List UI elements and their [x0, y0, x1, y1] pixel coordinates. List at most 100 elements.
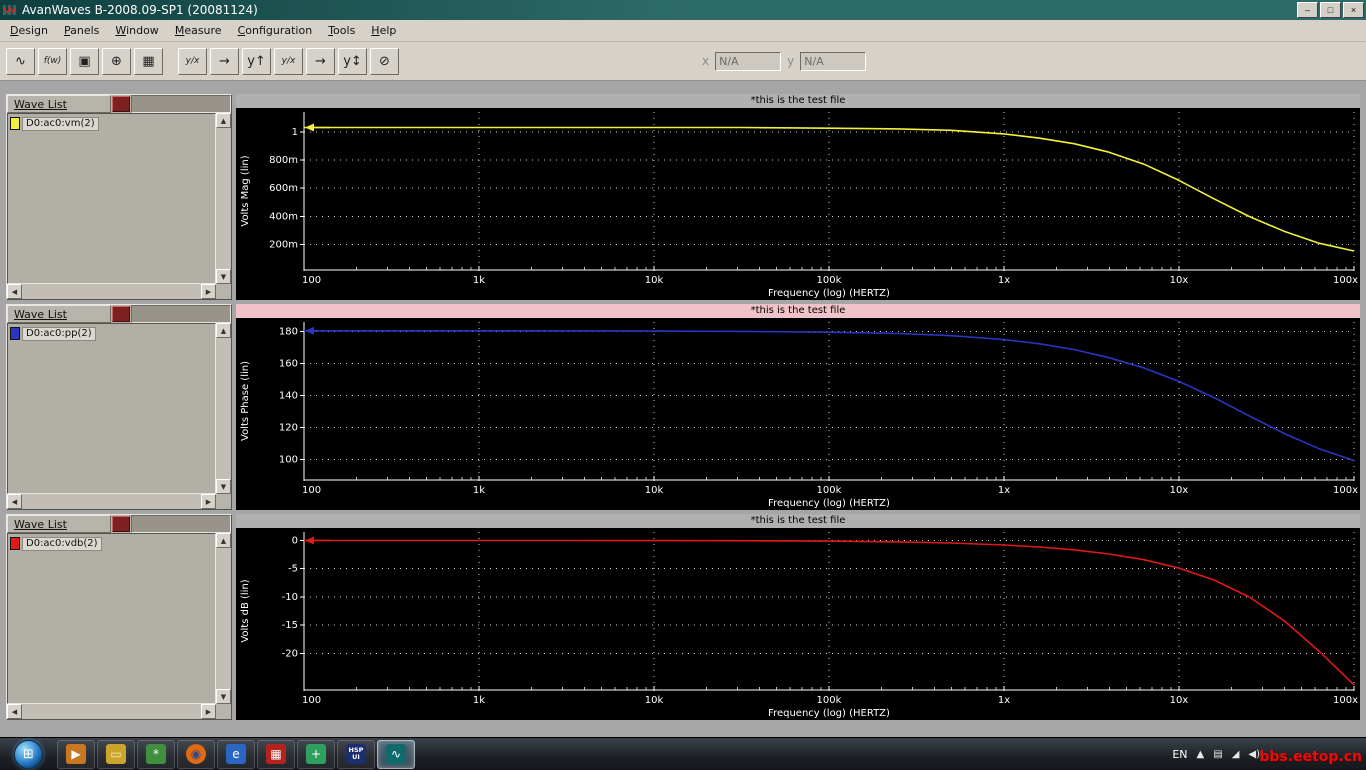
wave-list-item[interactable]: D0:ac0:pp(2) — [10, 326, 213, 341]
scroll-left-icon[interactable]: ◀ — [7, 704, 22, 719]
scroll-right-icon[interactable]: ▶ — [201, 284, 216, 299]
wave-list-menu-button[interactable] — [112, 516, 130, 532]
y-tick-label: 200m — [269, 240, 298, 251]
magnitude-chart: *this is the test file 1 800m 600m 400m 200m… — [236, 94, 1360, 300]
trace-start-arrow-icon — [305, 326, 314, 335]
title-bar[interactable]: AvanWaves B-2008.09-SP1 (20081124) – □ × — [0, 0, 1366, 20]
taskbar-firefox[interactable]: ◉ — [177, 739, 215, 769]
vertical-scrollbar[interactable]: ▲ ▼ — [216, 323, 231, 494]
zoom-fit-icon[interactable]: ⊕ — [102, 47, 131, 75]
scroll-down-icon[interactable]: ▼ — [216, 269, 231, 284]
clear-measures-icon[interactable]: ⊘ — [370, 47, 399, 75]
y-tick-label: 180 — [279, 327, 298, 338]
wave-list[interactable]: D0:ac0:vdb(2) — [7, 533, 216, 704]
wave-list[interactable]: D0:ac0:pp(2) — [7, 323, 216, 494]
menu-design[interactable]: Design — [2, 21, 56, 40]
taskbar-explorer[interactable]: ▭ — [97, 739, 135, 769]
vertical-scrollbar[interactable]: ▲ ▼ — [216, 113, 231, 284]
horizontal-scrollbar[interactable]: ◀ ▶ — [7, 704, 216, 719]
wave-list-item[interactable]: D0:ac0:vm(2) — [10, 116, 213, 131]
scrollbar-corner — [216, 284, 231, 299]
close-button[interactable]: × — [1343, 2, 1364, 18]
db-plot[interactable]: 0 -5 -10 -15 -20 100 1k 10k 100k 1x 10x 100x Volts d… — [236, 528, 1360, 720]
ratio-measure-icon[interactable]: y/x — [274, 47, 303, 75]
taskbar-hspice-ui-icon: HSP UI — [346, 744, 366, 764]
waveform-trace[interactable] — [304, 330, 1355, 462]
taskbar-internet-explorer[interactable]: e — [217, 739, 255, 769]
x-tick-label: 10k — [645, 485, 664, 496]
x-tick-label: 100x — [1333, 485, 1358, 496]
wave-list-panel-3: Wave List D0:ac0:vdb(2) ▲ ▼ ◀ ▶ — [6, 514, 232, 720]
scroll-track[interactable] — [216, 128, 231, 269]
menu-tools[interactable]: Tools — [320, 21, 363, 40]
menu-help[interactable]: Help — [363, 21, 404, 40]
wave-list[interactable]: D0:ac0:vm(2) — [7, 113, 216, 284]
expression-builder-icon[interactable]: f(w) — [38, 47, 67, 75]
scroll-track[interactable] — [22, 494, 201, 509]
add-panel-icon[interactable]: ▦ — [134, 47, 163, 75]
scroll-track[interactable] — [22, 704, 201, 719]
scroll-track[interactable] — [216, 338, 231, 479]
start-button[interactable]: ⊞ — [14, 739, 43, 769]
scroll-up-icon[interactable]: ▲ — [216, 323, 231, 338]
y-coord-field[interactable] — [800, 51, 867, 71]
menu-window[interactable]: Window — [107, 21, 166, 40]
wave-list-menu-button[interactable] — [112, 306, 130, 322]
wave-color-swatch — [10, 327, 20, 340]
scroll-left-icon[interactable]: ◀ — [7, 494, 22, 509]
taskbar-green-blue-app[interactable]: + — [297, 739, 335, 769]
x-coord-field[interactable] — [715, 51, 782, 71]
slope-measure-icon[interactable]: y/x — [178, 47, 207, 75]
wave-name: D0:ac0:vm(2) — [22, 116, 99, 131]
wave-list-header: Wave List — [7, 515, 231, 533]
menu-configuration[interactable]: Configuration — [230, 21, 321, 40]
taskbar-media-player[interactable]: ▶ — [57, 739, 95, 769]
taskbar-avanwaves[interactable]: ∿ — [377, 739, 415, 769]
vertical-scrollbar[interactable]: ▲ ▼ — [216, 533, 231, 704]
scroll-down-icon[interactable]: ▼ — [216, 689, 231, 704]
scroll-track[interactable] — [22, 284, 201, 299]
magnitude-plot[interactable]: 1 800m 600m 400m 200m 100 1k 10k 100k 1x 10x 100x Vo… — [236, 108, 1360, 300]
x-axis-label: Frequency (log) (HERTZ) — [768, 708, 890, 719]
scroll-right-icon[interactable]: ▶ — [201, 494, 216, 509]
language-indicator[interactable]: EN — [1172, 748, 1187, 761]
network-icon[interactable]: ◢ — [1232, 749, 1240, 760]
phase-plot[interactable]: 180 160 140 120 100 100 1k 10k 100k 1x 10x 100x Volt… — [236, 318, 1360, 510]
wave-list-title: Wave List — [7, 305, 111, 323]
minimize-button[interactable]: – — [1297, 2, 1318, 18]
action-center-icon[interactable]: ▤ — [1213, 749, 1222, 760]
phase-chart: *this is the test file 180 160 140 120 100 10… — [236, 304, 1360, 510]
scroll-track[interactable] — [216, 548, 231, 689]
wave-list-header-filler — [131, 95, 231, 113]
menu-measure[interactable]: Measure — [167, 21, 230, 40]
y-tick-label: 600m — [269, 183, 298, 194]
tray-expand-icon[interactable]: ▲ — [1197, 749, 1205, 760]
x-tick-label: 100x — [1333, 275, 1358, 286]
taskbar-firefox-icon: ◉ — [186, 744, 206, 764]
scroll-down-icon[interactable]: ▼ — [216, 479, 231, 494]
print-icon[interactable]: ▣ — [70, 47, 99, 75]
wave-list-menu-button[interactable] — [112, 96, 130, 112]
scroll-right-icon[interactable]: ▶ — [201, 704, 216, 719]
menu-panels[interactable]: Panels — [56, 21, 107, 40]
waveform-panel-icon[interactable]: ∿ — [6, 47, 35, 75]
scroll-up-icon[interactable]: ▲ — [216, 533, 231, 548]
horizontal-scrollbar[interactable]: ◀ ▶ — [7, 494, 216, 509]
panel-row-2: Wave List D0:ac0:pp(2) ▲ ▼ ◀ ▶ *this is … — [6, 304, 1360, 510]
taskbar-red-grid-app[interactable]: ▦ — [257, 739, 295, 769]
horizontal-scrollbar[interactable]: ◀ ▶ — [7, 284, 216, 299]
maximize-button[interactable]: □ — [1320, 2, 1341, 18]
db-chart: *this is the test file 0 -5 -10 -15 -20 100 1k… — [236, 514, 1360, 720]
y-range-icon[interactable]: y↕ — [338, 47, 367, 75]
y-measure-icon[interactable]: y↑ — [242, 47, 271, 75]
wave-list-item[interactable]: D0:ac0:vdb(2) — [10, 536, 213, 551]
taskbar-hspice-ui[interactable]: HSP UI — [337, 739, 375, 769]
y-axis-label: Volts Mag (lin) — [240, 155, 251, 226]
x-marker-icon[interactable]: → — [306, 47, 335, 75]
scroll-up-icon[interactable]: ▲ — [216, 113, 231, 128]
x-axis-label: Frequency (log) (HERTZ) — [768, 288, 890, 299]
volume-icon[interactable]: ◀) — [1248, 749, 1260, 760]
scroll-left-icon[interactable]: ◀ — [7, 284, 22, 299]
x-cursor-icon[interactable]: → — [210, 47, 239, 75]
taskbar-green-tool[interactable]: * — [137, 739, 175, 769]
